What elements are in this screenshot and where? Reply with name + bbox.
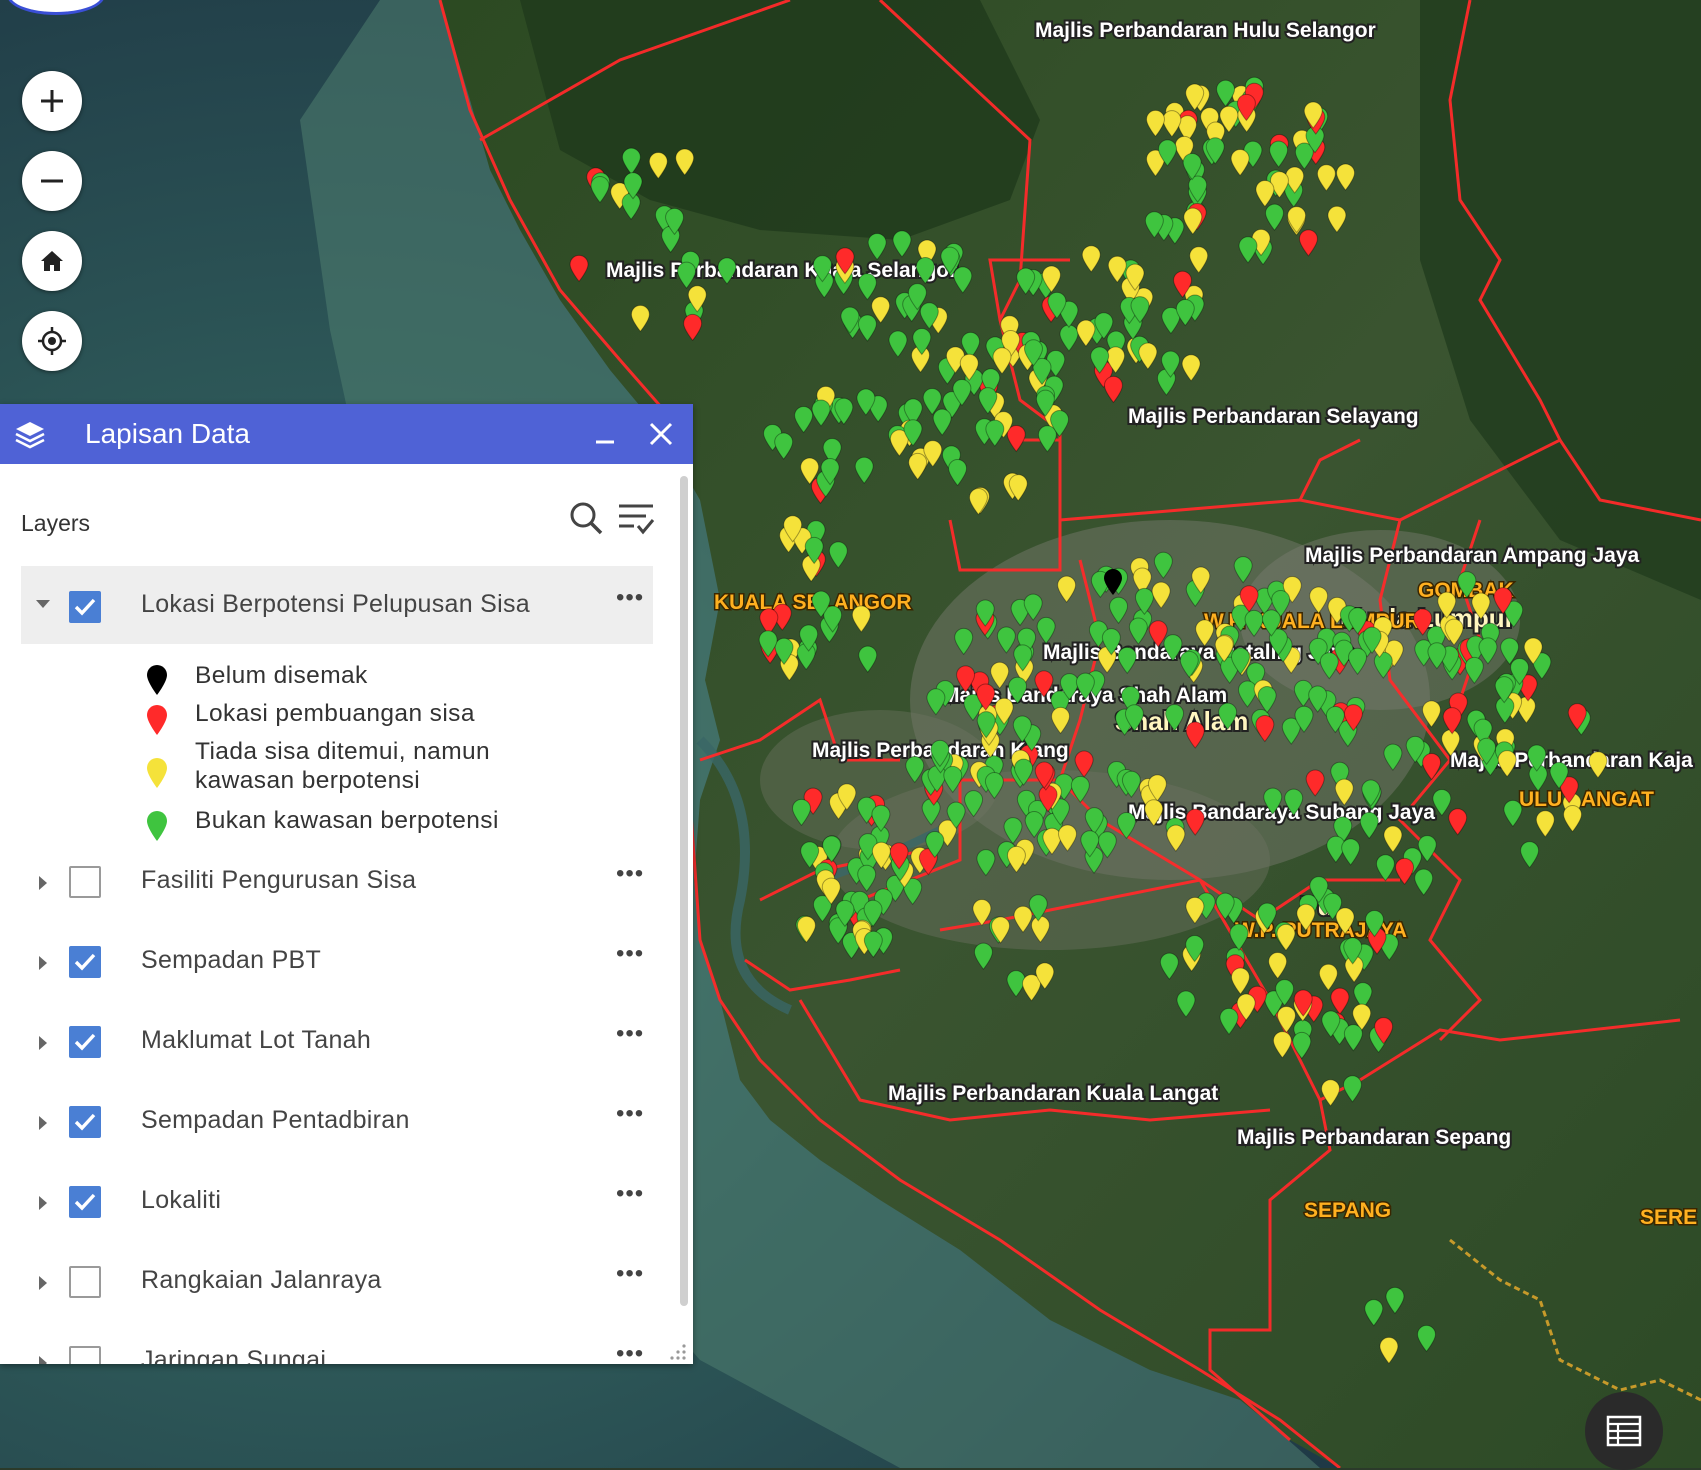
checkmark-icon — [74, 1193, 96, 1211]
chevron-right-icon[interactable] — [38, 1035, 48, 1051]
layer-checkbox[interactable] — [69, 946, 101, 978]
layer-name: Maklumat Lot Tanah — [141, 1026, 372, 1054]
layer-row-lokasi-berpotensi[interactable]: Lokasi Berpotensi Pelupusan Sisa ••• — [21, 566, 653, 644]
layer-options-button[interactable]: ••• — [616, 1260, 644, 1288]
chevron-right-icon[interactable] — [38, 955, 48, 971]
table-icon — [1606, 1415, 1642, 1447]
layer-name: Rangkaian Jalanraya — [141, 1266, 382, 1294]
layer-name: Lokasi Berpotensi Pelupusan Sisa — [141, 590, 531, 618]
layer-options-button[interactable]: ••• — [616, 860, 644, 888]
layer-name: Jaringan Sungai — [141, 1346, 327, 1364]
pbt-label-hulu-selangor: Majlis Perbandaran Hulu Selangor — [1035, 19, 1376, 42]
pbt-label-ampang-jaya: Majlis Perbandaran Ampang Jaya — [1305, 544, 1639, 567]
layer-checkbox[interactable] — [69, 1106, 101, 1138]
legend-label-tiada-sisa-1: Tiada sisa ditemui, namun — [195, 738, 491, 765]
legend-label-tiada-sisa-2: kawasan berpotensi — [195, 767, 421, 794]
home-icon — [41, 251, 63, 271]
checkmark-icon — [74, 1033, 96, 1051]
zoom-out-button[interactable] — [22, 151, 82, 211]
chevron-right-icon[interactable] — [38, 875, 48, 891]
layer-list-panel: Lapisan Data Layers Lokasi Berpotensi Pe… — [0, 404, 693, 1364]
layer-row-fasiliti[interactable]: Fasiliti Pengurusan Sisa ••• — [0, 844, 652, 922]
layers-icon — [15, 422, 45, 449]
pbt-label-sepang: Majlis Perbandaran Sepang — [1237, 1126, 1511, 1149]
attribute-table-button[interactable] — [1585, 1392, 1663, 1470]
panel-scrollbar[interactable] — [680, 476, 688, 1306]
pin-red-icon — [147, 705, 167, 735]
layer-checkbox[interactable] — [69, 1186, 101, 1218]
layer-checkbox[interactable] — [69, 866, 101, 898]
pbt-label-kuala-langat: Majlis Perbandaran Kuala Langat — [888, 1082, 1218, 1105]
panel-title: Lapisan Data — [85, 418, 251, 449]
chevron-down-icon[interactable] — [35, 598, 51, 610]
pin-yellow-icon — [147, 758, 167, 788]
layers-heading: Layers — [21, 510, 91, 536]
layer-name: Fasiliti Pengurusan Sisa — [141, 866, 417, 894]
search-icon[interactable] — [568, 500, 604, 536]
layer-options-button[interactable]: ••• — [616, 1340, 644, 1364]
plus-icon — [41, 90, 63, 112]
chevron-right-icon[interactable] — [38, 1275, 48, 1291]
district-label-ulu-langat: ULU LANGAT — [1519, 788, 1654, 811]
legend-label-pembuangan: Lokasi pembuangan sisa — [195, 700, 475, 727]
chevron-right-icon[interactable] — [38, 1355, 48, 1364]
layer-name: Sempadan Pentadbiran — [141, 1106, 410, 1134]
layer-options-button[interactable]: ••• — [616, 1100, 644, 1128]
layer-row-jaringan-sungai[interactable]: Jaringan Sungai ••• — [0, 1324, 652, 1364]
chevron-right-icon[interactable] — [38, 1115, 48, 1131]
layer-row-lokaliti[interactable]: Lokaliti ••• — [0, 1164, 652, 1242]
resize-grip-icon[interactable] — [668, 1342, 688, 1362]
layer-options-button[interactable]: ••• — [616, 1180, 644, 1208]
layer-checkbox[interactable] — [69, 1346, 101, 1364]
district-label-sepang: SEPANG — [1304, 1199, 1391, 1222]
checkmark-icon — [74, 598, 96, 616]
pin-green-icon — [147, 811, 167, 841]
layer-checkbox[interactable] — [69, 1026, 101, 1058]
pin-black-icon — [147, 665, 167, 695]
zoom-in-button[interactable] — [22, 71, 82, 131]
district-label-serenti: SERE — [1640, 1206, 1697, 1229]
filter-list-icon[interactable] — [616, 500, 656, 536]
panel-header: Lapisan Data — [0, 404, 693, 464]
layer-name: Sempadan PBT — [141, 946, 322, 974]
close-icon[interactable] — [647, 420, 675, 448]
layer-checkbox[interactable] — [69, 1266, 101, 1298]
minimize-icon[interactable] — [592, 422, 618, 448]
layer-row-sempadan-pentadbiran[interactable]: Sempadan Pentadbiran ••• — [0, 1084, 652, 1162]
layer-options-button[interactable]: ••• — [616, 584, 644, 612]
minus-icon — [41, 179, 63, 183]
home-button[interactable] — [22, 231, 82, 291]
legend-label-belum-disemak: Belum disemak — [195, 662, 368, 689]
layer-row-maklumat-lot[interactable]: Maklumat Lot Tanah ••• — [0, 1004, 652, 1082]
layer-row-rangkaian-jalanraya[interactable]: Rangkaian Jalanraya ••• — [0, 1244, 652, 1322]
locate-icon — [38, 327, 66, 355]
chevron-right-icon[interactable] — [38, 1195, 48, 1211]
layer-name: Lokaliti — [141, 1186, 222, 1214]
layer-legend: Belum disemak Lokasi pembuangan sisa Tia… — [0, 654, 650, 854]
layer-options-button[interactable]: ••• — [616, 940, 644, 968]
layer-row-sempadan-pbt[interactable]: Sempadan PBT ••• — [0, 924, 652, 1002]
locate-button[interactable] — [22, 311, 82, 371]
pbt-label-selayang: Majlis Perbandaran Selayang — [1128, 405, 1419, 428]
legend-label-bukan-kawasan: Bukan kawasan berpotensi — [195, 807, 499, 834]
pbt-label-kuala-selangor: Majlis Perbandaran Kuala Selangor — [606, 259, 957, 282]
checkmark-icon — [74, 953, 96, 971]
layer-checkbox[interactable] — [69, 591, 101, 623]
checkmark-icon — [74, 1113, 96, 1131]
layer-options-button[interactable]: ••• — [616, 1020, 644, 1048]
